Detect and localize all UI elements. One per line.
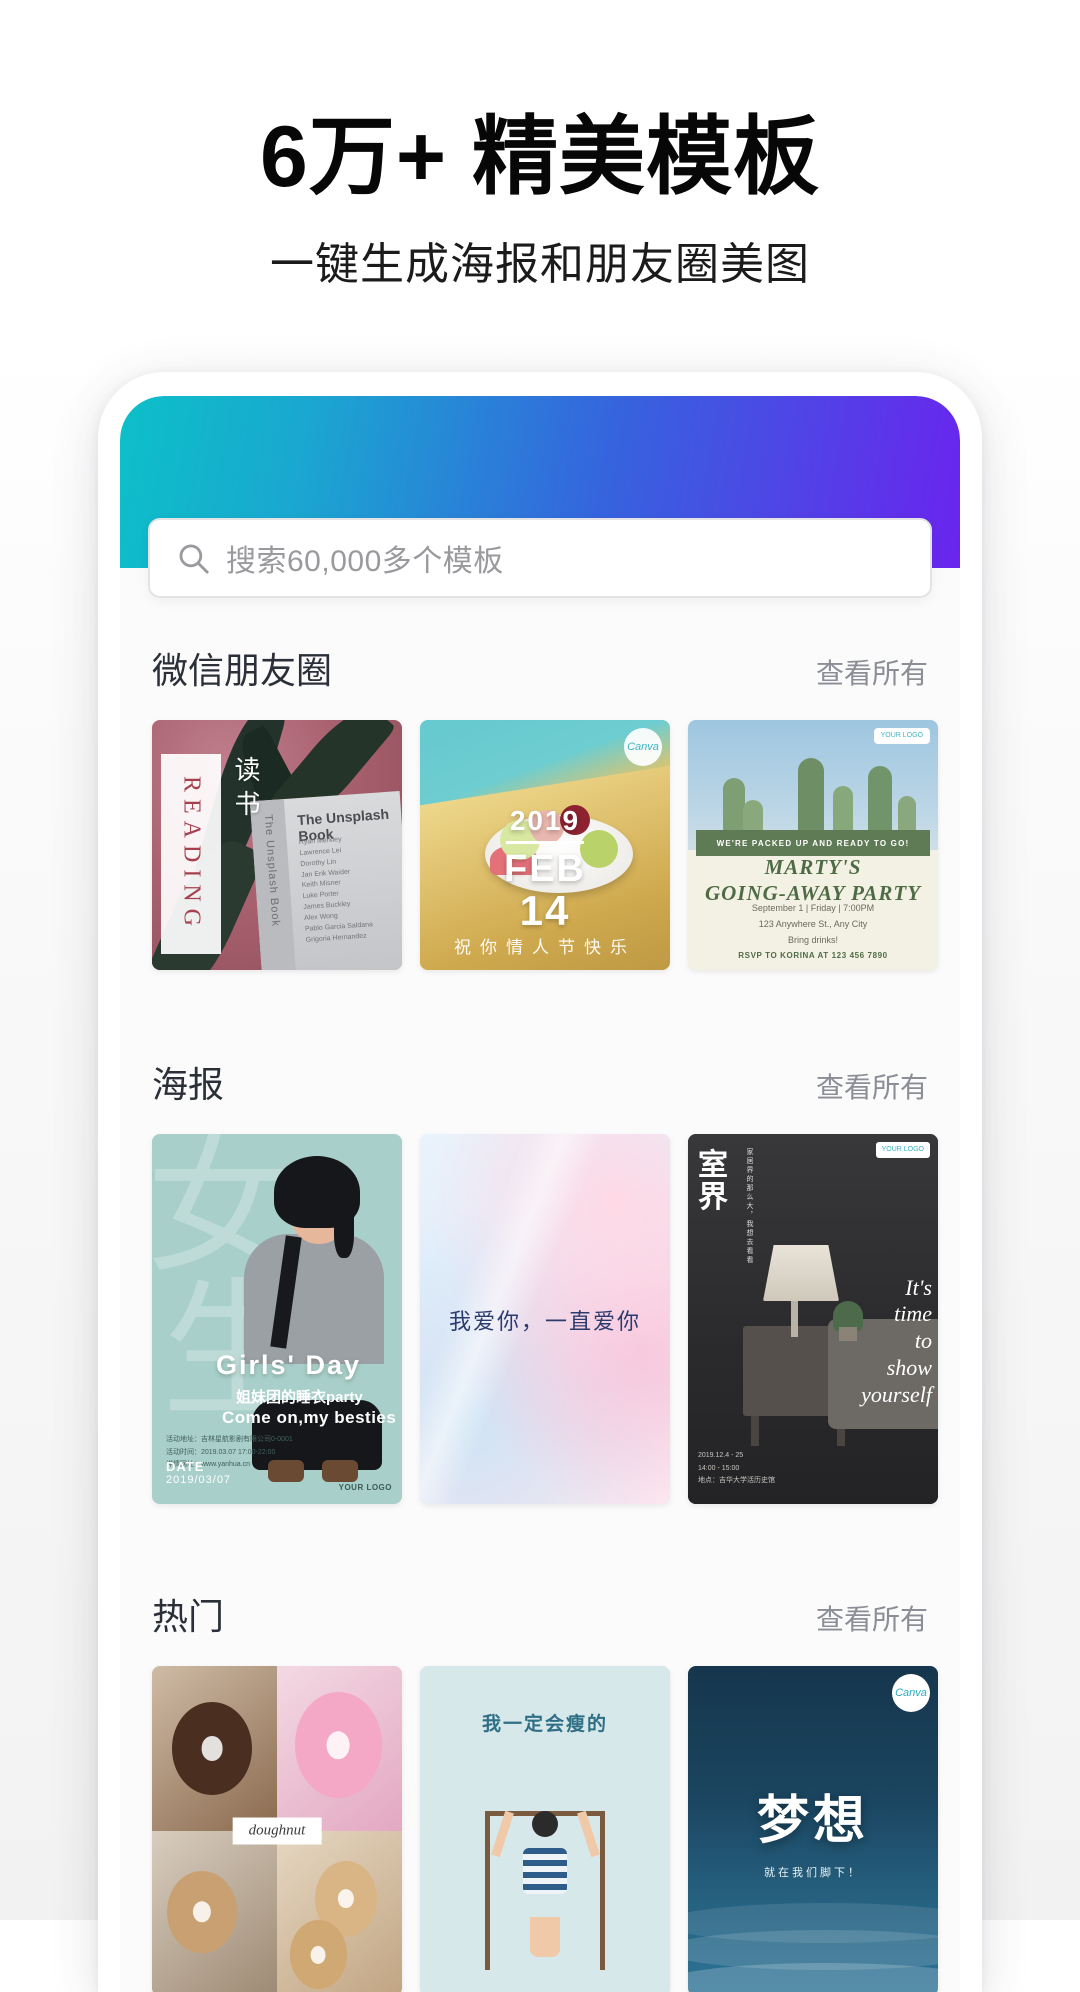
party-title-line1: MARTY'S: [764, 855, 862, 879]
section-see-all-link[interactable]: 查看所有: [816, 1066, 928, 1106]
section-moments: 微信朋友圈 查看所有 The Unsplash Book The Unsplas…: [120, 642, 960, 970]
promo-text-block: 6万+ 精美模板 一键生成海报和朋友圈美图: [0, 112, 1080, 292]
girls-day-title: Girls' Day: [216, 1350, 361, 1380]
canva-badge-icon: Canva: [624, 728, 662, 766]
section-see-all-link[interactable]: 查看所有: [816, 1598, 928, 1638]
card-artwork: 梦想 就在我们脚下！ Canva: [688, 1666, 938, 1992]
template-card-interior[interactable]: 室界 家居界的那么大，我想去看看 It's time to show yours…: [688, 1134, 938, 1504]
template-card-doughnut[interactable]: doughnut: [152, 1666, 402, 1992]
dream-cn-title: 梦想: [756, 1793, 869, 1851]
section-title: 微信朋友圈: [152, 650, 333, 691]
interior-meta: 2019.12.4 - 25 14:00 - 15:00 地点：吉华大学活历史馆: [698, 1452, 775, 1485]
book-spine-text: The Unsplash Book: [261, 813, 282, 928]
card-row: 女 生 Girls' Day 姐妹团的睡衣party Come on,my be…: [120, 1134, 960, 1504]
reading-en-title: READING: [178, 775, 205, 933]
get-thin-text: 我一定会瘦的: [481, 1713, 608, 1735]
party-title: MARTY'S GOING-AWAY PARTY: [688, 855, 938, 906]
card-artwork: 室界 家居界的那么大，我想去看看 It's time to show yours…: [688, 1134, 938, 1504]
app-screen: 搜索60,000多个模板 微信朋友圈 查看所有 The Unsplash Boo…: [120, 396, 960, 1992]
reading-band: READING: [161, 754, 221, 954]
your-logo-badge: YOUR LOGO: [339, 1483, 392, 1492]
reading-cn-title: 读书: [231, 756, 261, 824]
canva-badge-icon: Canva: [892, 1674, 930, 1712]
card-row: The Unsplash Book The Unsplash Book Ryan…: [120, 720, 960, 970]
card-row: doughnut 我一定会瘦的 梦想 就在我们脚下！ Canva: [120, 1666, 960, 1992]
date-overlay: 2019 FEB 14: [420, 805, 670, 934]
interior-vertical-note: 家居界的那么大，我想去看看: [746, 1148, 753, 1265]
section-see-all-link[interactable]: 查看所有: [816, 652, 928, 692]
card-artwork: 2019 FEB 14 祝你情人节快乐 Canva: [420, 720, 670, 970]
template-card-dream[interactable]: 梦想 就在我们脚下！ Canva: [688, 1666, 938, 1992]
book-author-list: Ryan Merkley Lawrence Lei Dorothy Lin Ja…: [298, 836, 374, 944]
doughnut-label: doughnut: [232, 1817, 322, 1845]
girls-day-date-value: 2019/03/07: [166, 1474, 232, 1486]
page-subtitle: 一键生成海报和朋友圈美图: [270, 240, 810, 290]
search-input[interactable]: 搜索60,000多个模板: [148, 518, 932, 598]
party-detail-1: September 1 | Friday | 7:00PM: [751, 903, 875, 913]
card-artwork: The Unsplash Book The Unsplash Book Ryan…: [152, 720, 402, 970]
party-details: September 1 | Friday | 7:00PM 123 Anywhe…: [688, 900, 938, 949]
date-day: 14: [519, 887, 571, 934]
card-artwork: 我一定会瘦的: [420, 1666, 670, 1992]
dream-subtitle: 就在我们脚下！: [764, 1867, 862, 1879]
card-artwork: WE'RE PACKED UP AND READY TO GO! MARTY'S…: [688, 720, 938, 970]
template-card-love[interactable]: 我爱你，一直爱你: [420, 1134, 670, 1504]
interior-en-text: It's time to show yourself: [861, 1274, 932, 1407]
girls-day-date-label: DATE: [166, 1459, 205, 1474]
search-icon: [179, 544, 209, 574]
template-card-valentine[interactable]: 2019 FEB 14 祝你情人节快乐 Canva: [420, 720, 670, 970]
template-card-girls-day[interactable]: 女 生 Girls' Day 姐妹团的睡衣party Come on,my be…: [152, 1134, 402, 1504]
your-logo-badge: YOUR LOGO: [873, 728, 930, 745]
party-detail-3: Bring drinks!: [787, 935, 839, 946]
section-posters: 海报 查看所有 女 生 Girls' Day 姐妹团的睡衣party Come …: [120, 1056, 960, 1504]
girls-day-sub-cn: 姐妹团的睡衣party: [236, 1389, 363, 1406]
template-card-get-thin[interactable]: 我一定会瘦的: [420, 1666, 670, 1992]
card-artwork: 女 生 Girls' Day 姐妹团的睡衣party Come on,my be…: [152, 1134, 402, 1504]
date-year: 2019: [509, 805, 581, 836]
interior-cn-title: 室界: [698, 1149, 728, 1214]
template-feed: 微信朋友圈 查看所有 The Unsplash Book The Unsplas…: [120, 568, 960, 1992]
your-logo-badge: YOUR LOGO: [875, 1142, 930, 1159]
girls-day-date: DATE 2019/03/07: [166, 1459, 231, 1486]
your-logo-label: YOUR LOGO: [338, 1483, 392, 1492]
app-header: 搜索60,000多个模板: [120, 396, 960, 598]
valentine-footer-text: 祝你情人节快乐: [454, 938, 636, 957]
section-title: 热门: [152, 1596, 225, 1637]
love-text: 我爱你，一直爱你: [448, 1309, 641, 1335]
book-illustration: The Unsplash Book The Unsplash Book Ryan…: [249, 790, 402, 970]
template-card-going-away-party[interactable]: WE'RE PACKED UP AND READY TO GO! MARTY'S…: [688, 720, 938, 970]
girls-day-sub-en: Come on,my besties: [222, 1408, 397, 1427]
party-ribbon: WE'RE PACKED UP AND READY TO GO!: [696, 830, 930, 856]
section-header: 海报 查看所有: [120, 1056, 960, 1108]
party-rsvp: RSVP TO KORINA AT 123 456 7890: [738, 951, 888, 960]
section-header: 微信朋友圈 查看所有: [120, 642, 960, 694]
phone-mockup: 搜索60,000多个模板 微信朋友圈 查看所有 The Unsplash Boo…: [98, 372, 982, 1992]
party-ribbon-text: WE'RE PACKED UP AND READY TO GO!: [716, 838, 910, 848]
section-header: 热门 查看所有: [120, 1588, 960, 1640]
section-title: 海报: [152, 1064, 225, 1105]
template-card-reading[interactable]: The Unsplash Book The Unsplash Book Ryan…: [152, 720, 402, 970]
party-detail-2: 123 Anywhere St., Any City: [758, 919, 868, 930]
search-placeholder: 搜索60,000多个模板: [226, 545, 504, 578]
section-popular: 热门 查看所有 doughnut 我一定会瘦的 梦想 就在我们脚下！ Canva: [120, 1588, 960, 1992]
page-title: 6万+ 精美模板: [260, 109, 820, 205]
date-month: FEB: [504, 848, 586, 890]
